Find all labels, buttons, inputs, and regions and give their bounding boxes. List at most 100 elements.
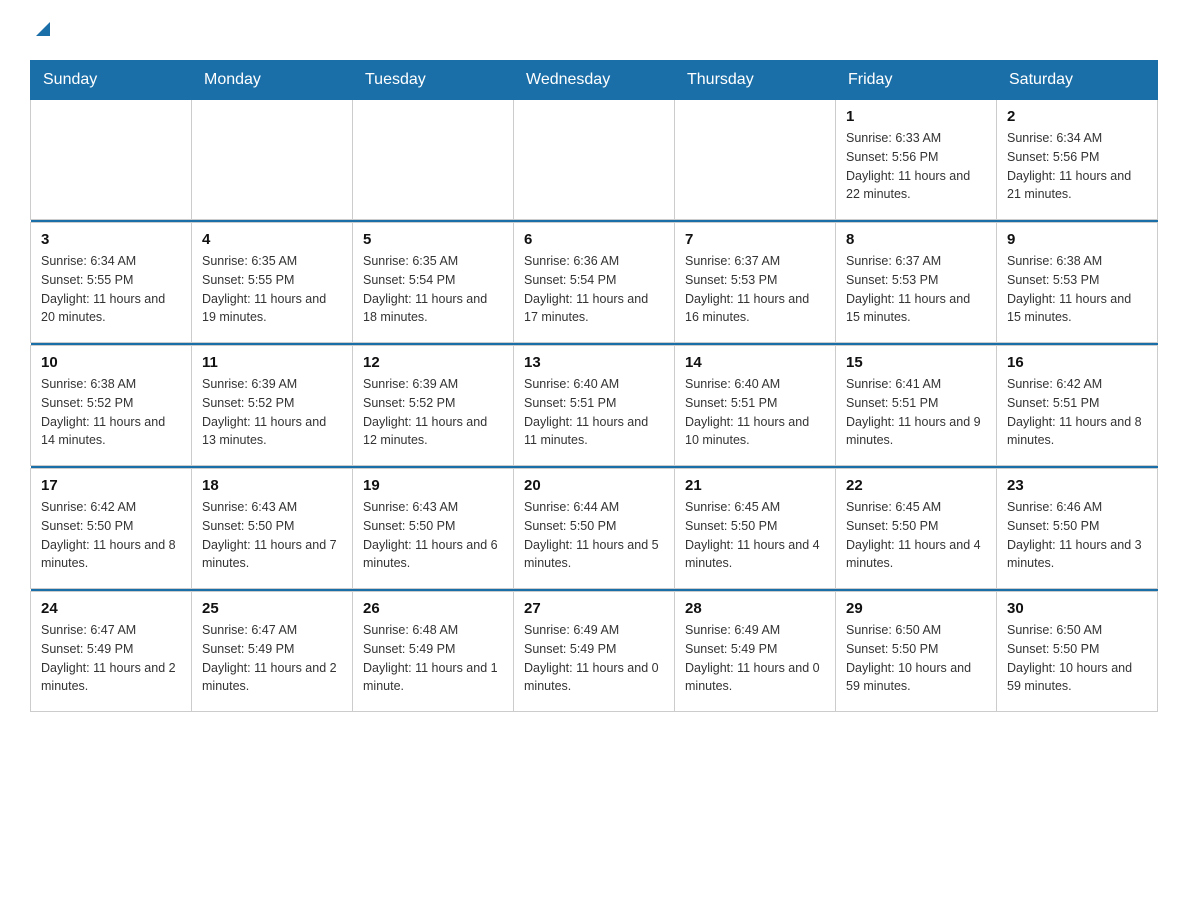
logo bbox=[30, 20, 54, 40]
calendar-cell: 4 Sunrise: 6:35 AM Sunset: 5:55 PM Daylig… bbox=[192, 223, 353, 343]
calendar-cell: 20 Sunrise: 6:44 AM Sunset: 5:50 PM Dayli… bbox=[514, 469, 675, 589]
day-number: 26 bbox=[363, 600, 503, 617]
day-number: 4 bbox=[202, 231, 342, 248]
calendar-cell: 6 Sunrise: 6:36 AM Sunset: 5:54 PM Daylig… bbox=[514, 223, 675, 343]
week-row: 24 Sunrise: 6:47 AM Sunset: 5:49 PM Dayli… bbox=[31, 592, 1158, 712]
calendar-cell: 2 Sunrise: 6:34 AM Sunset: 5:56 PM Daylig… bbox=[997, 100, 1158, 220]
day-number: 2 bbox=[1007, 108, 1147, 125]
col-saturday: Saturday bbox=[997, 61, 1158, 100]
day-info: Sunrise: 6:34 AM Sunset: 5:56 PM Dayligh… bbox=[1007, 129, 1147, 204]
calendar-cell: 28Sunrise: 6:49 AM Sunset: 5:49 PM Dayli… bbox=[675, 592, 836, 712]
day-number: 22 bbox=[846, 477, 986, 494]
day-number: 17 bbox=[41, 477, 181, 494]
calendar-cell: 9Sunrise: 6:38 AM Sunset: 5:53 PM Daylig… bbox=[997, 223, 1158, 343]
page-header bbox=[30, 20, 1158, 40]
calendar-cell: 13 Sunrise: 6:40 AM Sunset: 5:51 PM Dayli… bbox=[514, 346, 675, 466]
calendar-header-row: Sunday Monday Tuesday Wednesday Thursday… bbox=[31, 61, 1158, 100]
day-number: 10 bbox=[41, 354, 181, 371]
week-row: 17 Sunrise: 6:42 AM Sunset: 5:50 PM Dayli… bbox=[31, 469, 1158, 589]
day-info: Sunrise: 6:49 AM Sunset: 5:49 PM Dayligh… bbox=[524, 621, 664, 696]
col-tuesday: Tuesday bbox=[353, 61, 514, 100]
calendar-cell: 22 Sunrise: 6:45 AM Sunset: 5:50 PM Dayli… bbox=[836, 469, 997, 589]
calendar-cell: 18 Sunrise: 6:43 AM Sunset: 5:50 PM Dayli… bbox=[192, 469, 353, 589]
day-number: 13 bbox=[524, 354, 664, 371]
day-info: Sunrise: 6:41 AM Sunset: 5:51 PM Dayligh… bbox=[846, 375, 986, 450]
col-sunday: Sunday bbox=[31, 61, 192, 100]
day-info: Sunrise: 6:45 AM Sunset: 5:50 PM Dayligh… bbox=[685, 498, 825, 573]
day-number: 1 bbox=[846, 108, 986, 125]
day-info: Sunrise: 6:42 AM Sunset: 5:50 PM Dayligh… bbox=[41, 498, 181, 573]
calendar-cell: 30 Sunrise: 6:50 AM Sunset: 5:50 PM Dayli… bbox=[997, 592, 1158, 712]
calendar-cell: 5 Sunrise: 6:35 AM Sunset: 5:54 PM Daylig… bbox=[353, 223, 514, 343]
day-number: 24 bbox=[41, 600, 181, 617]
day-info: Sunrise: 6:50 AM Sunset: 5:50 PM Dayligh… bbox=[1007, 621, 1147, 696]
day-info: Sunrise: 6:39 AM Sunset: 5:52 PM Dayligh… bbox=[202, 375, 342, 450]
day-info: Sunrise: 6:47 AM Sunset: 5:49 PM Dayligh… bbox=[202, 621, 342, 696]
day-info: Sunrise: 6:48 AM Sunset: 5:49 PM Dayligh… bbox=[363, 621, 503, 696]
calendar-cell: 25 Sunrise: 6:47 AM Sunset: 5:49 PM Dayli… bbox=[192, 592, 353, 712]
calendar-cell: 11 Sunrise: 6:39 AM Sunset: 5:52 PM Dayli… bbox=[192, 346, 353, 466]
calendar-table: Sunday Monday Tuesday Wednesday Thursday… bbox=[30, 60, 1158, 712]
day-number: 14 bbox=[685, 354, 825, 371]
calendar-cell: 26 Sunrise: 6:48 AM Sunset: 5:49 PM Dayli… bbox=[353, 592, 514, 712]
calendar-cell bbox=[192, 100, 353, 220]
day-number: 30 bbox=[1007, 600, 1147, 617]
day-number: 3 bbox=[41, 231, 181, 248]
day-info: Sunrise: 6:35 AM Sunset: 5:55 PM Dayligh… bbox=[202, 252, 342, 327]
calendar-cell: 24Sunrise: 6:47 AM Sunset: 5:49 PM Dayli… bbox=[31, 592, 192, 712]
calendar-cell bbox=[353, 100, 514, 220]
col-monday: Monday bbox=[192, 61, 353, 100]
calendar-cell bbox=[675, 100, 836, 220]
day-number: 28 bbox=[685, 600, 825, 617]
week-row: 10 Sunrise: 6:38 AM Sunset: 5:52 PM Dayli… bbox=[31, 346, 1158, 466]
calendar-cell: 10 Sunrise: 6:38 AM Sunset: 5:52 PM Dayli… bbox=[31, 346, 192, 466]
calendar-cell: 17 Sunrise: 6:42 AM Sunset: 5:50 PM Dayli… bbox=[31, 469, 192, 589]
day-info: Sunrise: 6:40 AM Sunset: 5:51 PM Dayligh… bbox=[524, 375, 664, 450]
day-number: 19 bbox=[363, 477, 503, 494]
day-info: Sunrise: 6:43 AM Sunset: 5:50 PM Dayligh… bbox=[202, 498, 342, 573]
day-number: 29 bbox=[846, 600, 986, 617]
day-info: Sunrise: 6:40 AM Sunset: 5:51 PM Dayligh… bbox=[685, 375, 825, 450]
day-number: 18 bbox=[202, 477, 342, 494]
day-info: Sunrise: 6:46 AM Sunset: 5:50 PM Dayligh… bbox=[1007, 498, 1147, 573]
calendar-cell: 7 Sunrise: 6:37 AM Sunset: 5:53 PM Daylig… bbox=[675, 223, 836, 343]
day-info: Sunrise: 6:45 AM Sunset: 5:50 PM Dayligh… bbox=[846, 498, 986, 573]
calendar-cell: 3 Sunrise: 6:34 AM Sunset: 5:55 PM Daylig… bbox=[31, 223, 192, 343]
day-number: 6 bbox=[524, 231, 664, 248]
day-info: Sunrise: 6:33 AM Sunset: 5:56 PM Dayligh… bbox=[846, 129, 986, 204]
week-row: 3 Sunrise: 6:34 AM Sunset: 5:55 PM Daylig… bbox=[31, 223, 1158, 343]
calendar-cell: 14 Sunrise: 6:40 AM Sunset: 5:51 PM Dayli… bbox=[675, 346, 836, 466]
logo-triangle-icon bbox=[32, 18, 54, 40]
day-info: Sunrise: 6:50 AM Sunset: 5:50 PM Dayligh… bbox=[846, 621, 986, 696]
day-number: 8 bbox=[846, 231, 986, 248]
day-info: Sunrise: 6:42 AM Sunset: 5:51 PM Dayligh… bbox=[1007, 375, 1147, 450]
day-info: Sunrise: 6:36 AM Sunset: 5:54 PM Dayligh… bbox=[524, 252, 664, 327]
calendar-cell: 1 Sunrise: 6:33 AM Sunset: 5:56 PM Daylig… bbox=[836, 100, 997, 220]
calendar-cell: 12Sunrise: 6:39 AM Sunset: 5:52 PM Dayli… bbox=[353, 346, 514, 466]
calendar-cell: 19Sunrise: 6:43 AM Sunset: 5:50 PM Dayli… bbox=[353, 469, 514, 589]
day-number: 25 bbox=[202, 600, 342, 617]
calendar-cell bbox=[31, 100, 192, 220]
week-row: 1 Sunrise: 6:33 AM Sunset: 5:56 PM Daylig… bbox=[31, 100, 1158, 220]
day-number: 16 bbox=[1007, 354, 1147, 371]
day-number: 7 bbox=[685, 231, 825, 248]
day-info: Sunrise: 6:37 AM Sunset: 5:53 PM Dayligh… bbox=[685, 252, 825, 327]
day-info: Sunrise: 6:35 AM Sunset: 5:54 PM Dayligh… bbox=[363, 252, 503, 327]
day-info: Sunrise: 6:44 AM Sunset: 5:50 PM Dayligh… bbox=[524, 498, 664, 573]
calendar-cell: 16 Sunrise: 6:42 AM Sunset: 5:51 PM Dayli… bbox=[997, 346, 1158, 466]
calendar-cell: 27 Sunrise: 6:49 AM Sunset: 5:49 PM Dayli… bbox=[514, 592, 675, 712]
calendar-cell bbox=[514, 100, 675, 220]
day-number: 11 bbox=[202, 354, 342, 371]
day-number: 5 bbox=[363, 231, 503, 248]
day-info: Sunrise: 6:34 AM Sunset: 5:55 PM Dayligh… bbox=[41, 252, 181, 327]
calendar-cell: 23 Sunrise: 6:46 AM Sunset: 5:50 PM Dayli… bbox=[997, 469, 1158, 589]
day-number: 23 bbox=[1007, 477, 1147, 494]
day-info: Sunrise: 6:38 AM Sunset: 5:52 PM Dayligh… bbox=[41, 375, 181, 450]
day-number: 9 bbox=[1007, 231, 1147, 248]
calendar-cell: 8 Sunrise: 6:37 AM Sunset: 5:53 PM Daylig… bbox=[836, 223, 997, 343]
day-info: Sunrise: 6:37 AM Sunset: 5:53 PM Dayligh… bbox=[846, 252, 986, 327]
day-number: 20 bbox=[524, 477, 664, 494]
col-wednesday: Wednesday bbox=[514, 61, 675, 100]
day-number: 12 bbox=[363, 354, 503, 371]
day-number: 27 bbox=[524, 600, 664, 617]
